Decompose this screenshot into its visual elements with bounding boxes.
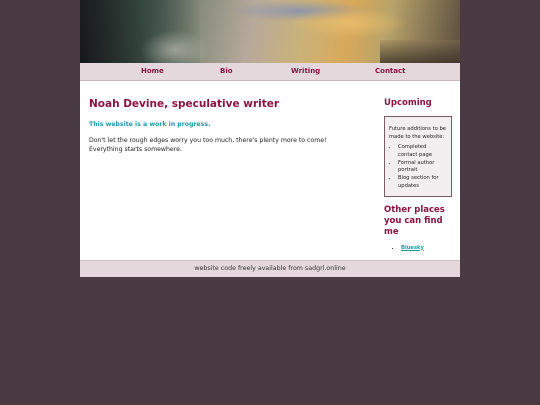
nav-bio[interactable]: Bio: [220, 67, 233, 75]
content-area: Noah Devine, speculative writer This web…: [80, 81, 460, 260]
main-column: Noah Devine, speculative writer This web…: [89, 98, 359, 154]
list-item: Blog section for updates: [398, 175, 447, 190]
page-title: Noah Devine, speculative writer: [89, 98, 280, 110]
list-item: Bluesky: [401, 245, 452, 251]
nav-home[interactable]: Home: [141, 67, 164, 75]
sidebar: Upcoming Future additions to be made to …: [384, 98, 452, 251]
list-item: Completed contact page: [398, 144, 447, 159]
upcoming-box: Future additions to be made to the websi…: [384, 116, 452, 197]
list-item: Formal author portrait: [398, 160, 447, 175]
intro-paragraph: Don't let the rough edges worry you too …: [89, 137, 327, 153]
upcoming-intro: Future additions to be made to the websi…: [389, 126, 447, 140]
top-nav: Home Bio Writing Contact: [80, 63, 460, 81]
other-places-heading: Other places you can find me: [384, 204, 445, 237]
header-banner-image: [80, 0, 460, 63]
work-in-progress-notice: This website is a work in progress.: [89, 121, 211, 128]
external-links-list: Bluesky: [384, 245, 452, 251]
upcoming-heading: Upcoming: [384, 98, 432, 108]
bluesky-link[interactable]: Bluesky: [401, 245, 424, 251]
nav-writing[interactable]: Writing: [291, 67, 320, 75]
page-container: Home Bio Writing Contact Noah Devine, sp…: [80, 0, 460, 277]
footer-text: website code freely available from sadgr…: [194, 265, 346, 272]
upcoming-list: Completed contact page Formal author por…: [389, 144, 447, 190]
footer: website code freely available from sadgr…: [80, 260, 460, 277]
nav-contact[interactable]: Contact: [375, 67, 406, 75]
